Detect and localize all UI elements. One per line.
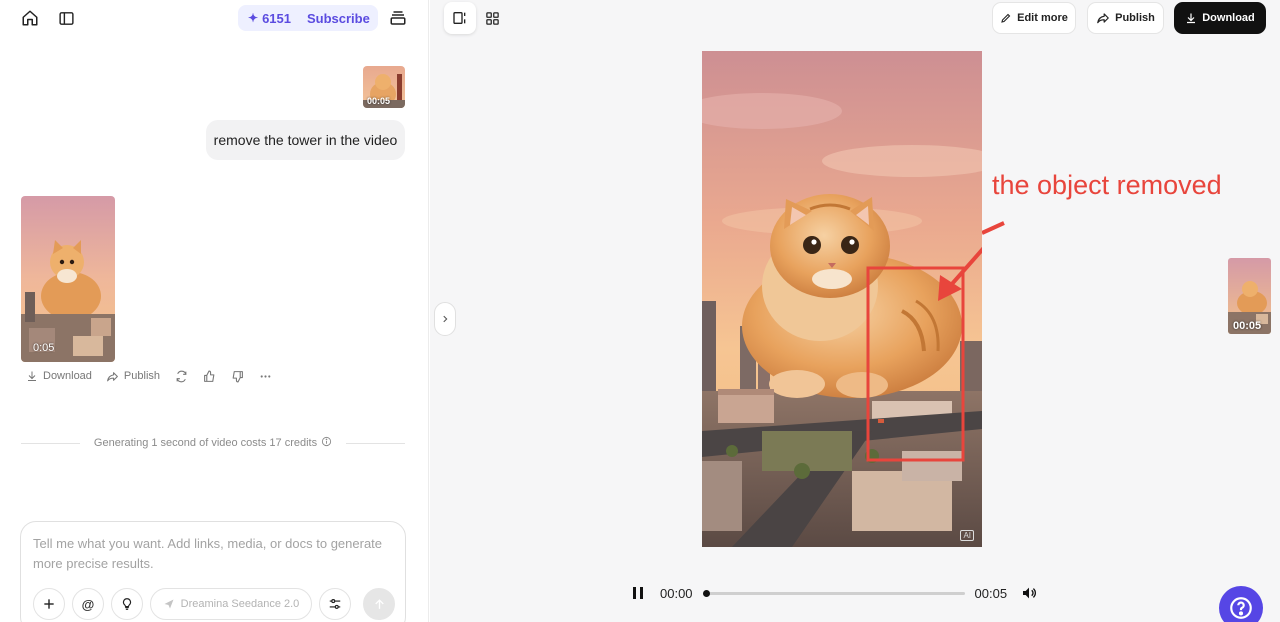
publish-button[interactable]: Publish (1087, 2, 1164, 34)
user-message-text: remove the tower in the video (213, 132, 398, 148)
user-message: remove the tower in the video (206, 120, 405, 160)
sparkle-icon: ✦ (248, 11, 259, 25)
download-button[interactable]: Download (1174, 2, 1266, 34)
preview-area: Edit more Publish Download AI the object… (430, 0, 1280, 622)
seek-handle[interactable] (702, 589, 710, 597)
model-icon (164, 599, 174, 609)
history-stack-icon[interactable] (386, 6, 410, 30)
duration-label: 00:05 (1233, 320, 1262, 332)
edit-more-button[interactable]: Edit more (992, 2, 1076, 34)
chevron-right-icon (443, 315, 448, 323)
cost-note: Generating 1 second of video costs 17 cr… (21, 436, 405, 450)
duration-label: 00:05 (367, 96, 391, 106)
chat-panel: ✦ 6151 Subscribe 00:05 remove the tower … (0, 0, 429, 622)
cat-scene-image (702, 51, 982, 547)
seek-bar[interactable] (702, 589, 965, 597)
pause-button[interactable] (628, 583, 648, 603)
home-icon[interactable] (18, 6, 42, 30)
sidebar-toggle-icon[interactable] (54, 6, 78, 30)
add-button[interactable] (33, 588, 65, 620)
publish-label: Publish (123, 370, 160, 382)
cost-note-text: Generating 1 second of video costs 17 cr… (80, 436, 346, 450)
mention-button[interactable]: @ (72, 588, 104, 620)
download-icon (1187, 13, 1196, 24)
lightbulb-icon (122, 598, 132, 610)
inspiration-button[interactable] (111, 588, 143, 620)
divider (21, 442, 80, 444)
download-label: Download (1202, 12, 1255, 24)
subscribe-link[interactable]: Subscribe (307, 11, 370, 26)
arrow-up-icon (374, 598, 384, 609)
grid-icon (485, 11, 499, 25)
result-video-thumbnail[interactable]: 0:05 (21, 196, 115, 362)
thumbs-up-icon (202, 369, 216, 383)
help-button[interactable] (1219, 586, 1263, 622)
model-selector[interactable]: Dreamina Seedance 2.0 (150, 588, 312, 620)
sliders-icon (329, 599, 341, 609)
model-label: Dreamina Seedance 2.0 (180, 598, 300, 610)
more-dots-icon (258, 369, 272, 383)
refresh-icon (174, 369, 188, 383)
regenerate-button[interactable] (174, 368, 188, 384)
thumbs-down-icon (230, 369, 244, 383)
download-label: Download (43, 370, 92, 382)
share-arrow-icon (1097, 13, 1109, 24)
annotation-arrow (982, 221, 1005, 235)
credits-badge[interactable]: ✦ 6151 Subscribe (238, 5, 378, 31)
edit-more-label: Edit more (1017, 12, 1068, 24)
plus-icon (44, 599, 54, 609)
prompt-placeholder[interactable]: Tell me what you want. Add links, media,… (33, 534, 393, 574)
grid-view-button[interactable] (476, 2, 508, 34)
like-button[interactable] (202, 368, 216, 384)
volume-button[interactable] (1019, 583, 1039, 603)
pencil-icon (1001, 13, 1011, 23)
cost-note-label: Generating 1 second of video costs 17 cr… (93, 437, 318, 449)
publish-label: Publish (1115, 12, 1155, 24)
dislike-button[interactable] (230, 368, 244, 384)
single-view-icon (453, 12, 466, 24)
view-toggle (444, 2, 508, 34)
volume-icon (1023, 587, 1037, 599)
annotation-label: the object removed (992, 170, 1222, 200)
question-icon (1230, 597, 1252, 619)
expand-panel-button[interactable] (434, 302, 456, 336)
single-view-button[interactable] (444, 2, 476, 34)
video-preview[interactable]: AI (702, 51, 982, 547)
current-time: 00:00 (660, 585, 693, 601)
duration-label: 0:05 (33, 342, 55, 354)
settings-button[interactable] (319, 588, 351, 620)
more-button[interactable] (258, 368, 272, 384)
publish-action[interactable]: Publish (106, 368, 160, 384)
ai-badge: AI (960, 530, 974, 541)
side-thumbnail[interactable]: 00:05 (1228, 258, 1271, 334)
cat-scene-image (21, 196, 115, 362)
send-button[interactable] (363, 588, 395, 620)
credits-count: 6151 (262, 10, 291, 26)
total-time: 00:05 (974, 585, 1008, 601)
download-icon (25, 369, 39, 383)
input-video-thumbnail[interactable]: 00:05 (363, 66, 405, 108)
info-icon[interactable] (321, 436, 332, 450)
divider (346, 442, 405, 444)
download-action[interactable]: Download (25, 368, 92, 384)
video-player-controls: 00:00 00:05 (628, 580, 1058, 606)
pause-icon (633, 587, 643, 599)
at-sign-icon: @ (81, 596, 95, 612)
result-actions: Download Publish (25, 368, 286, 384)
prompt-composer[interactable]: Tell me what you want. Add links, media,… (20, 521, 406, 622)
share-arrow-icon (106, 369, 120, 383)
